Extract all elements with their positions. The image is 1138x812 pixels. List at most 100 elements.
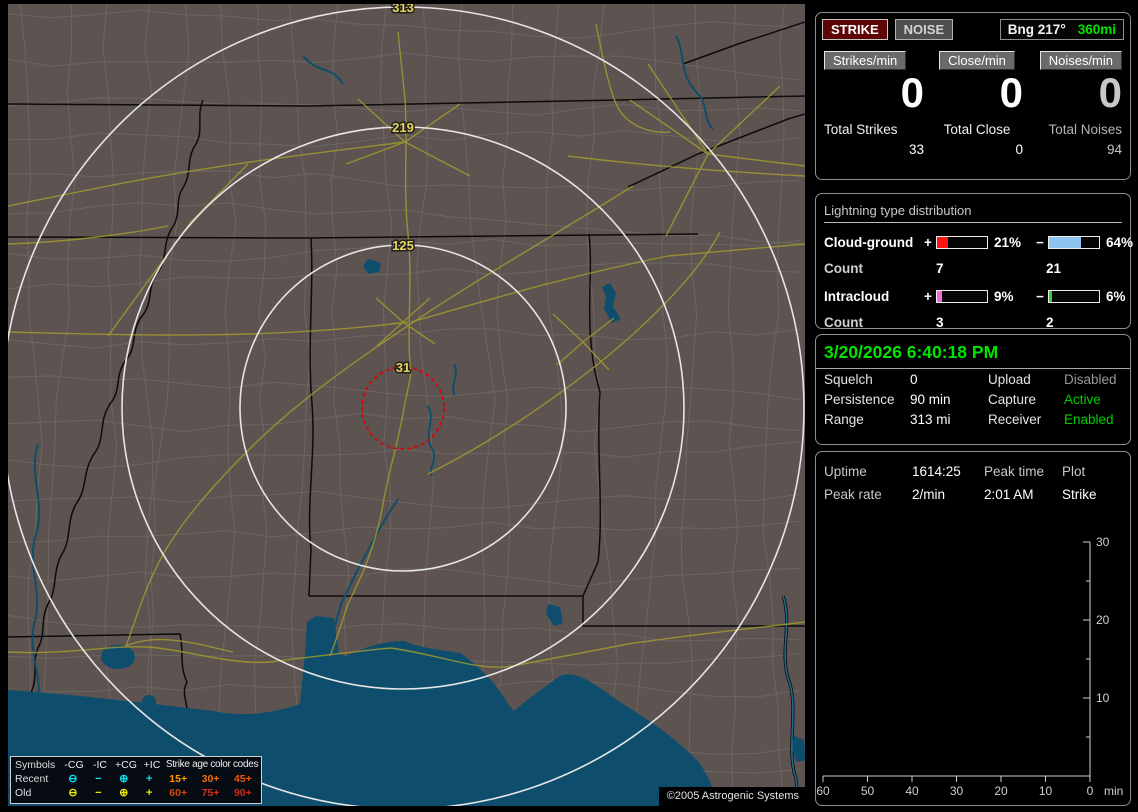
bearing-range-value: 360mi: [1077, 22, 1116, 37]
ic-negative-count: 2: [1046, 314, 1054, 330]
range-ring-label-219: 219: [392, 120, 414, 135]
ic-positive-bar: [936, 289, 988, 303]
squelch-row: Squelch 0 Upload Disabled: [816, 369, 1130, 389]
uptime-row: Uptime 1614:25 Peak time Plot: [816, 452, 1130, 483]
legend-old-label: Old: [15, 787, 32, 799]
legend-recent-row: Recent ⊖ − ⊕ + 15+ 30+ 45+: [13, 772, 259, 786]
svg-text:40: 40: [905, 784, 919, 798]
bearing-value: Bng 217°: [1007, 22, 1066, 37]
cg-negative-count: 21: [1046, 260, 1062, 276]
legend-symbols-header: Symbols: [15, 759, 56, 771]
age-60: 60+: [169, 787, 188, 799]
total-strikes-label: Total Strikes: [824, 122, 898, 137]
total-strikes-value: 33: [908, 142, 924, 157]
svg-text:20: 20: [1096, 613, 1110, 627]
receiver-status: Enabled: [1064, 411, 1114, 427]
receiver-label: Receiver: [988, 411, 1042, 427]
total-close-label: Total Close: [943, 122, 1011, 137]
ic-negative-bar: [1048, 289, 1100, 303]
uptime-label: Uptime: [824, 464, 867, 479]
range-label: Range: [824, 411, 864, 427]
pos-ic-recent-icon: +: [146, 773, 153, 785]
strikes-counter-column: Strikes/min 0 Total Strikes 33: [824, 51, 924, 157]
cg-positive-pct: 21%: [994, 234, 1022, 250]
svg-text:20: 20: [994, 784, 1008, 798]
intracloud-count-row: Count 3 2: [824, 312, 1122, 332]
map-canvas: 313 219 125 31: [8, 4, 805, 806]
ic-negative-pct: 6%: [1106, 288, 1126, 304]
cg-negative-bar: [1048, 235, 1100, 249]
cg-negative-pct: 64%: [1106, 234, 1134, 250]
bearing-readout: Bng 217° 360mi: [999, 19, 1124, 40]
cloud-ground-count-row: Count 7 21: [824, 258, 1122, 278]
svg-text:10: 10: [1096, 691, 1110, 705]
svg-text:30: 30: [1096, 536, 1110, 549]
nexstorm-window: 313 219 125 31 Symbols -CG -IC +CG +IC Stri…: [0, 0, 1138, 812]
persistence-row: Persistence 90 min Capture Active: [816, 389, 1130, 409]
peak-time-value: 2:01 AM: [984, 487, 1034, 502]
age-30: 30+: [201, 773, 220, 785]
total-noises-label: Total Noises: [1048, 122, 1122, 137]
close-per-min-chip[interactable]: Close/min: [939, 51, 1015, 70]
trend-window-value: 60 min: [912, 517, 953, 533]
strikes-per-min-chip[interactable]: Strikes/min: [824, 51, 907, 70]
trend-chart: 10 20 30 60 50 40 30 20 10 0 min: [816, 536, 1123, 798]
session-box: Uptime 1614:25 Peak time Plot Peak rate …: [815, 451, 1131, 806]
svg-text:60: 60: [816, 784, 830, 798]
status-box: 3/20/2026 6:40:18 PM Squelch 0 Upload Di…: [815, 334, 1131, 445]
svg-text:0: 0: [1087, 784, 1094, 798]
capture-status: Active: [1064, 391, 1101, 407]
ic-positive-count: 3: [936, 314, 944, 330]
age-90: 90+: [233, 787, 252, 799]
distribution-title: Lightning type distribution: [824, 202, 1122, 223]
counters-box: STRIKE NOISE Bng 217° 360mi Strikes/min …: [815, 12, 1131, 180]
upload-label: Upload: [988, 371, 1031, 387]
pos-cg-old-icon: ⊕: [119, 787, 129, 799]
status-panel: STRIKE NOISE Bng 217° 360mi Strikes/min …: [815, 0, 1134, 812]
legend-recent-label: Recent: [15, 773, 49, 785]
legend-age-header: Strike age color codes: [165, 759, 259, 770]
upload-status: Disabled: [1064, 371, 1117, 387]
legend-old-row: Old ⊖ − ⊕ + 60+ 75+ 90+: [13, 786, 259, 800]
plus-sign: +: [924, 288, 932, 304]
age-15: 15+: [169, 773, 188, 785]
peak-rate-value: 2/min: [912, 487, 946, 502]
total-close-value: 0: [1015, 142, 1023, 157]
persistence-value: 90 min: [910, 391, 951, 407]
trend-graph-label: Trend graph: [824, 517, 898, 533]
noise-mode-button[interactable]: NOISE: [894, 19, 954, 40]
noises-counter-column: Noises/min 0 Total Noises 94: [1030, 51, 1122, 157]
mode-toolbar: STRIKE NOISE Bng 217° 360mi: [822, 19, 1124, 40]
minus-sign: −: [1036, 234, 1044, 250]
legend-col-pos-ic: +IC: [143, 759, 161, 771]
plot-value: Strike: [1062, 487, 1097, 502]
distribution-box: Lightning type distribution Cloud-ground…: [815, 193, 1134, 332]
peak-rate-label: Peak rate: [824, 487, 882, 502]
squelch-value: 0: [910, 371, 918, 387]
legend-col-neg-ic: -IC: [93, 759, 107, 771]
noises-per-min-chip[interactable]: Noises/min: [1039, 51, 1122, 70]
map-display[interactable]: 313 219 125 31 Symbols -CG -IC +CG +IC Stri…: [8, 4, 805, 806]
svg-text:30: 30: [950, 784, 964, 798]
count-label: Count: [824, 314, 863, 330]
neg-cg-recent-icon: ⊖: [68, 773, 78, 785]
minus-sign: −: [1036, 288, 1044, 304]
close-per-min-value: 0: [999, 69, 1023, 116]
squelch-label: Squelch: [824, 371, 873, 387]
peak-time-header: Peak time: [984, 464, 1045, 479]
age-75: 75+: [201, 787, 220, 799]
svg-text:50: 50: [861, 784, 875, 798]
neg-cg-old-icon: ⊖: [68, 787, 78, 799]
ic-positive-pct: 9%: [994, 288, 1014, 304]
neg-ic-old-icon: −: [95, 787, 102, 799]
uptime-value: 1614:25: [912, 464, 961, 479]
svg-text:10: 10: [1039, 784, 1053, 798]
strike-mode-button[interactable]: STRIKE: [822, 19, 888, 40]
persistence-label: Persistence: [824, 391, 895, 407]
legend-col-neg-cg: -CG: [64, 759, 84, 771]
capture-label: Capture: [988, 391, 1037, 407]
trend-graph-row: Trend graph 60 min: [816, 514, 1130, 536]
intracloud-row: Intracloud + 9% − 6%: [824, 286, 1126, 306]
plus-sign: +: [924, 234, 932, 250]
noises-per-min-value: 0: [1098, 69, 1122, 116]
